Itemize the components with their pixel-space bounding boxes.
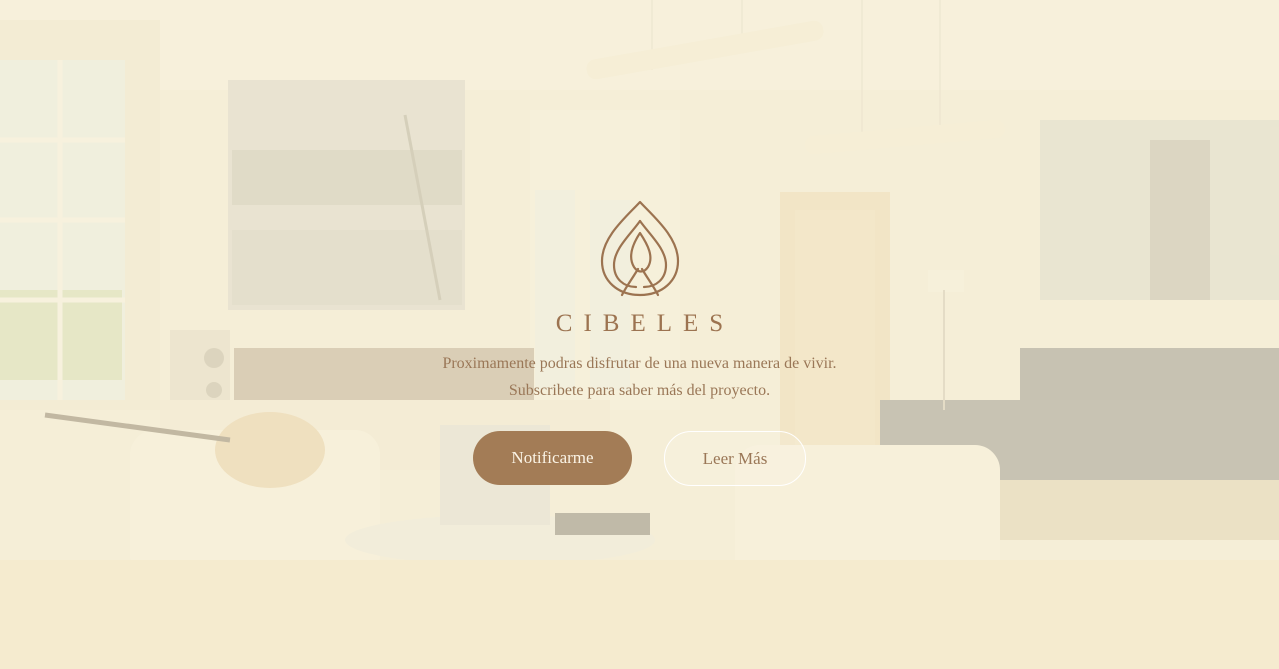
read-more-button[interactable]: Leer Más (664, 431, 806, 486)
tagline-line-2: Subscribete para saber más del proyecto. (508, 382, 771, 399)
hero-content: CIBELES Proximamente podras disfrutar de… (0, 0, 1279, 669)
lotus-leaf-icon (600, 200, 680, 297)
brand-name: CIBELES (555, 310, 735, 337)
tagline-line-1: Proximamente podras disfrutar de una nue… (442, 355, 837, 372)
notify-button[interactable]: Notificarme (473, 431, 632, 485)
